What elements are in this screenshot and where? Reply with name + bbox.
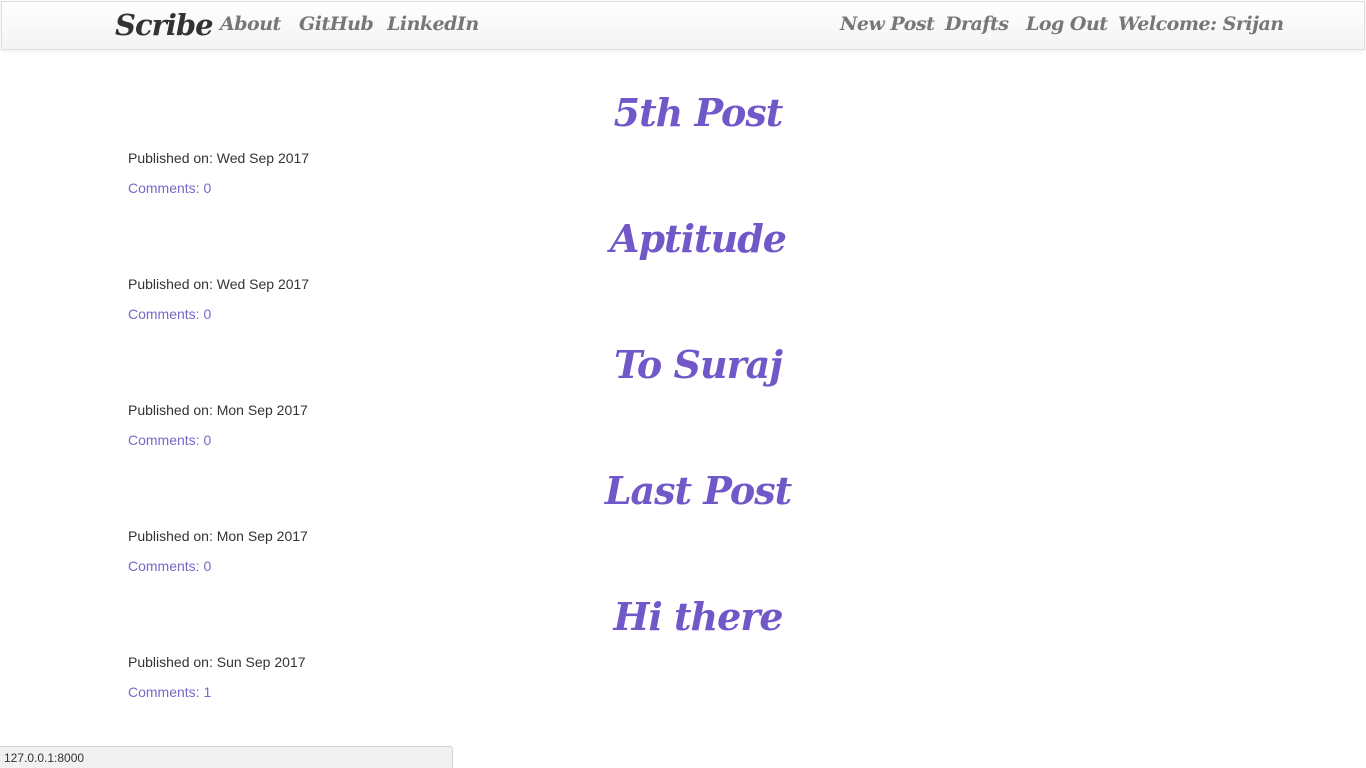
post-comments-link[interactable]: Comments: 0 xyxy=(128,306,211,322)
brand-logo-link[interactable]: Scribe xyxy=(115,8,214,42)
nav-link-new-post[interactable]: New Post xyxy=(840,13,935,35)
post-title-link[interactable]: Hi there xyxy=(0,594,1366,639)
nav-link-linkedin[interactable]: LinkedIn xyxy=(387,13,479,35)
post-comments-link[interactable]: Comments: 0 xyxy=(128,558,211,574)
post-title-link[interactable]: Last Post xyxy=(0,468,1366,513)
nav-welcome-user[interactable]: Welcome: Srijan xyxy=(1118,13,1284,35)
post-title-link[interactable]: Aptitude xyxy=(0,216,1366,261)
post-comments-link[interactable]: Comments: 0 xyxy=(128,180,211,196)
post-comments-link[interactable]: Comments: 0 xyxy=(128,432,211,448)
nav-link-about[interactable]: About xyxy=(220,13,281,35)
post-published-date: Published on: Mon Sep 2017 xyxy=(128,402,308,418)
status-bar-url: 127.0.0.1:8000 xyxy=(4,751,85,765)
browser-status-bar: 127.0.0.1:8000 xyxy=(0,746,453,768)
post-published-date: Published on: Mon Sep 2017 xyxy=(128,528,308,544)
post-published-date: Published on: Wed Sep 2017 xyxy=(128,150,310,166)
nav-link-log-out[interactable]: Log Out xyxy=(1026,13,1108,35)
nav-link-github[interactable]: GitHub xyxy=(299,13,374,35)
post-title-link[interactable]: To Suraj xyxy=(0,342,1366,387)
nav-link-drafts[interactable]: Drafts xyxy=(945,13,1009,35)
post-published-date: Published on: Wed Sep 2017 xyxy=(128,276,310,292)
post-comments-link[interactable]: Comments: 1 xyxy=(128,684,211,700)
post-published-date: Published on: Sun Sep 2017 xyxy=(128,654,306,670)
top-navbar: Scribe About GitHub LinkedIn New Post Dr… xyxy=(1,1,1365,50)
post-title-link[interactable]: 5th Post xyxy=(0,90,1366,135)
